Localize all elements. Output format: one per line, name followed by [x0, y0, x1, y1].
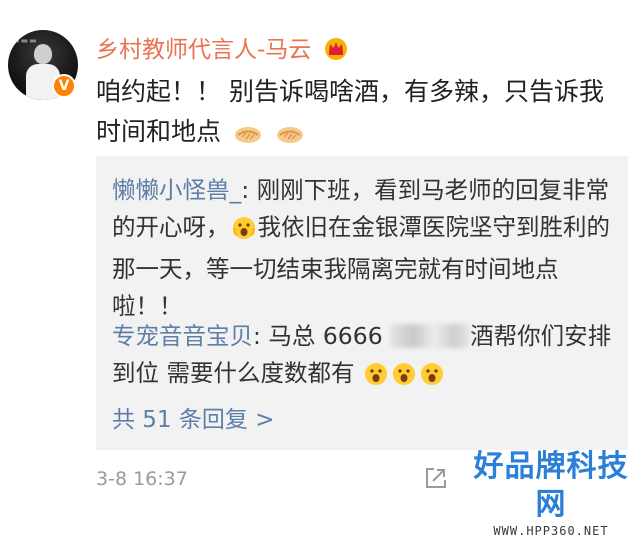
face-with-open-mouth-emoji-icon — [364, 360, 388, 397]
share-icon[interactable] — [424, 466, 448, 494]
reply-author[interactable]: 专宠音音宝贝 — [112, 322, 253, 350]
handshake-emoji-icon — [233, 118, 263, 158]
handshake-emoji-icon — [275, 118, 305, 158]
verified-badge-icon: V — [52, 74, 76, 98]
face-with-open-mouth-emoji-icon — [392, 360, 416, 397]
more-replies-link[interactable]: 共 51 条回复 > — [112, 400, 274, 434]
reply-text: 马总 6666 — [268, 322, 391, 350]
post-username-text: 乡村教师代言人-马云 — [96, 37, 312, 63]
watermark-title: 好品牌科技网 — [473, 449, 629, 522]
reply-author[interactable]: 懒懒小怪兽_ — [112, 176, 241, 204]
avatar-background-sign: ▬▬▬ — [12, 36, 38, 45]
reply-item[interactable]: 懒懒小怪兽_: 刚刚下班，看到马老师的回复非常的开心呀， 我依旧在金银潭医院坚守到… — [112, 172, 616, 325]
reply-separator: : — [253, 322, 269, 350]
watermark-url: WWW.HPP360.NET — [493, 524, 609, 538]
reply-item[interactable]: 专宠音音宝贝: 马总 6666 酒帮你们安排到位 需要什么度数都有 — [112, 318, 616, 397]
reply-list: 懒懒小怪兽_: 刚刚下班，看到马老师的回复非常的开心呀， 我依旧在金银潭医院坚守到… — [96, 156, 628, 450]
post-username[interactable]: 乡村教师代言人-马云 — [96, 30, 349, 66]
crown-icon — [323, 36, 349, 66]
site-watermark: 好品牌科技网 WWW.HPP360.NET — [466, 448, 636, 538]
face-with-open-mouth-emoji-icon — [232, 214, 256, 251]
face-with-open-mouth-emoji-icon — [420, 360, 444, 397]
post-timestamp: 3-8 16:37 — [96, 468, 188, 490]
reply-separator: : — [241, 176, 257, 204]
redacted-blur — [390, 324, 471, 348]
post-content-text: 咱约起！！ 别告诉喝啥酒，有多辣，只告诉我时间和地点 — [96, 77, 604, 146]
post-content: 咱约起！！ 别告诉喝啥酒，有多辣，只告诉我时间和地点 — [96, 72, 616, 158]
avatar-head — [34, 44, 52, 64]
